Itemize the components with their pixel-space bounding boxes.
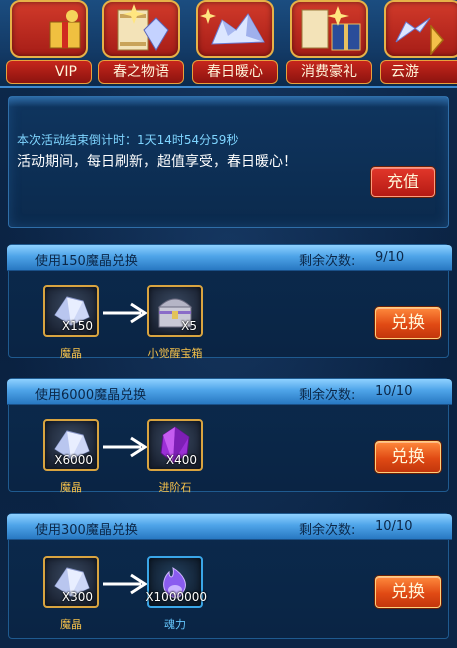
tab-label: 春日暖心 [192,60,278,84]
remaining-count-label: 剩余次数: [299,523,356,538]
cost-item-name: 魔晶 [60,347,82,360]
exchange-header: 使用150魔晶兑换 剩余次数: 9/10 [7,245,452,271]
redeem-button[interactable]: 兑换 [375,307,441,339]
reward-quantity: X1000000 [145,590,207,604]
event-description: 活动期间，每日刷新，超值享受，春日暖心！ [17,154,297,170]
reward-item-name: 小觉醒宝箱 [147,347,203,360]
exchange-header: 使用300魔晶兑换 剩余次数: 10/10 [7,514,452,540]
scroll-crystal-icon [102,0,180,58]
reward-item-slot[interactable]: X5 [147,285,203,337]
tab-label: 春之物语 [98,60,184,84]
exchange-title: 使用6000魔晶兑换 [35,388,147,403]
reward-item-name: 魂力 [164,618,186,631]
cost-item-slot[interactable]: X300 [43,556,99,608]
recharge-button[interactable]: 充值 [371,167,435,197]
cost-item-name: 魔晶 [60,481,82,494]
exchange-header: 使用6000魔晶兑换 剩余次数: 10/10 [7,379,452,405]
arrow-right-icon [103,436,148,458]
cost-item-slot[interactable]: X6000 [43,419,99,471]
exchange-title: 使用150魔晶兑换 [35,254,138,269]
exchange-offer-1: 使用150魔晶兑换 剩余次数: 9/10 X150 魔晶 X5 小觉醒宝箱 兑换 [7,244,452,360]
arrow-right-icon [103,573,148,595]
exchange-title: 使用300魔晶兑换 [35,523,138,538]
scroll-right-button[interactable] [427,20,447,60]
cost-item-name: 魔晶 [60,618,82,631]
tab-label: 消费豪礼 [286,60,372,84]
cost-quantity: X300 [61,590,93,604]
reward-quantity: X5 [181,319,197,333]
exchange-offer-2: 使用6000魔晶兑换 剩余次数: 10/10 X6000 魔晶 X400 进阶石… [7,378,452,494]
arrow-right-icon [103,302,148,324]
reward-quantity: X400 [165,453,197,467]
reward-item-slot[interactable]: X1000000 [145,556,207,608]
tab-label: 云游 [380,60,457,84]
event-info-panel: 本次活动结束倒计时：1天14时54分59秒 活动期间，每日刷新，超值享受，春日暖… [8,96,449,228]
vip-gift-icon [10,0,88,58]
remaining-count-label: 剩余次数: [299,388,356,403]
tab-spending-gifts[interactable]: 消费豪礼 [284,0,372,84]
tab-spring-warmth[interactable]: 春日暖心 [190,0,278,84]
remaining-count-value: 10/10 [375,384,413,399]
reward-item-slot[interactable]: X400 [147,419,203,471]
redeem-button[interactable]: 兑换 [375,441,441,473]
exchange-offer-3: 使用300魔晶兑换 剩余次数: 10/10 X300 魔晶 X1000000 魂… [7,513,452,639]
remaining-count-value: 9/10 [375,250,405,265]
activity-tab-bar: VIP 春之物语 春日暖心 消费豪礼 云游 [0,0,457,88]
redeem-button[interactable]: 兑换 [375,576,441,608]
reward-item-name: 进阶石 [158,481,192,494]
crystal-pile-icon [196,0,274,58]
tab-vip[interactable]: VIP [4,0,92,84]
remaining-count-value: 10/10 [375,519,413,534]
scroll-gift-icon [290,0,368,58]
tab-label: VIP [6,60,92,84]
remaining-count-label: 剩余次数: [299,254,356,269]
cost-quantity: X6000 [54,453,93,467]
cost-quantity: X150 [61,319,93,333]
event-countdown: 本次活动结束倒计时：1天14时54分59秒 [17,133,239,147]
tab-spring-story[interactable]: 春之物语 [96,0,184,84]
cost-item-slot[interactable]: X150 [43,285,99,337]
chevron-right-icon [430,25,444,55]
